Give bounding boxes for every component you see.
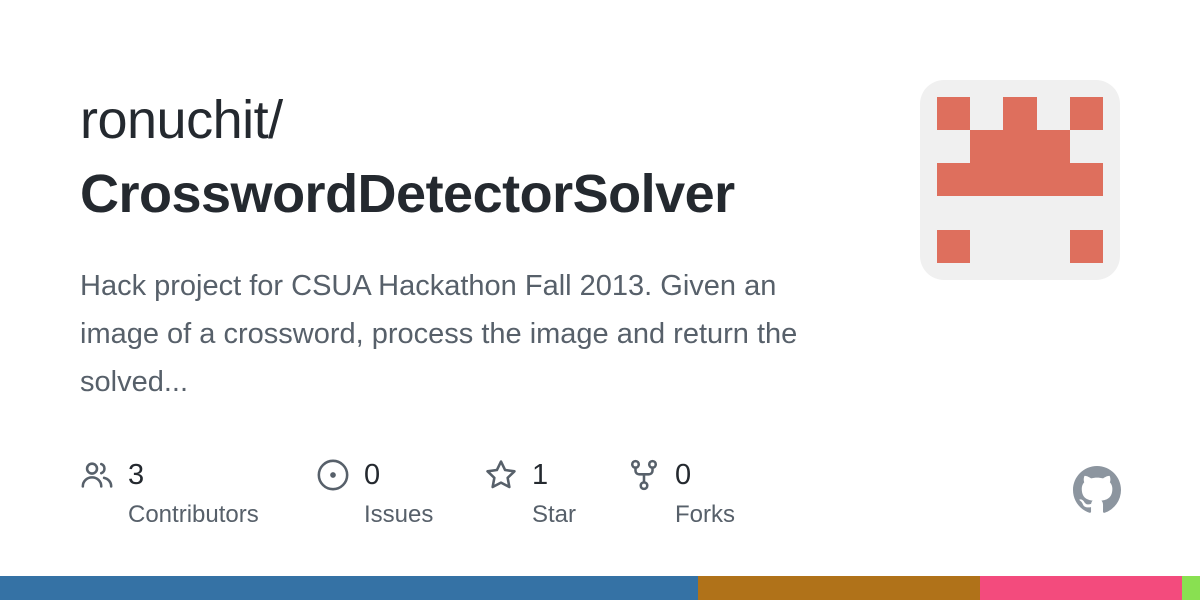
contributors-label: Contributors (128, 501, 259, 528)
owner-avatar (920, 80, 1120, 280)
issues-label: Issues (364, 501, 434, 528)
language-segment (698, 576, 981, 600)
star-icon (486, 460, 516, 489)
contributors-count: 3 (128, 459, 145, 491)
repo-social-card: ronuchit/ CrosswordDetectorSolver Hack p… (0, 0, 1200, 600)
identicon-icon (937, 97, 1103, 263)
language-segment (1181, 576, 1200, 600)
forks-label: Forks (675, 501, 735, 528)
stars-label: Star (532, 501, 577, 528)
people-icon (81, 462, 113, 488)
forks-count: 0 (675, 459, 692, 491)
language-segment (980, 576, 1182, 600)
issue-opened-icon (317, 459, 349, 491)
repo-owner[interactable]: ronuchit/ (80, 88, 283, 152)
repo-forked-icon (630, 459, 658, 491)
language-bar (0, 576, 1200, 600)
github-mark-icon[interactable] (1073, 466, 1121, 514)
repo-name[interactable]: CrosswordDetectorSolver (80, 162, 735, 226)
issues-count: 0 (364, 459, 381, 491)
language-segment (0, 576, 699, 600)
stars-count: 1 (532, 459, 549, 491)
repo-description: Hack project for CSUA Hackathon Fall 201… (80, 270, 798, 398)
